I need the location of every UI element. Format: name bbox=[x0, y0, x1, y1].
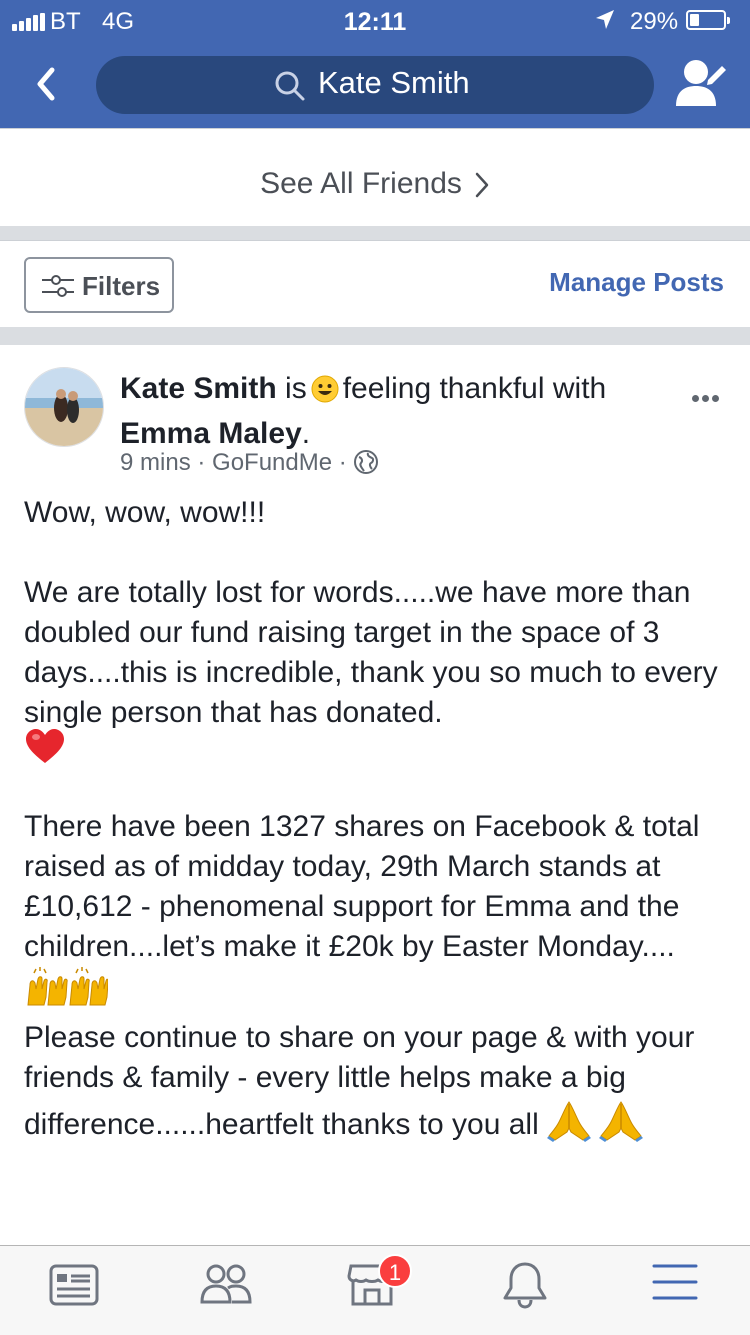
search-icon bbox=[275, 71, 305, 101]
notification-badge: 1 bbox=[378, 1254, 412, 1288]
smiling-emoji-icon bbox=[311, 374, 339, 414]
edit-profile-icon[interactable] bbox=[674, 58, 730, 110]
top-header: BT 4G 12:11 29% Kate Smith bbox=[0, 0, 750, 128]
location-arrow-icon bbox=[596, 10, 614, 29]
battery-icon bbox=[686, 10, 730, 30]
more-options-icon[interactable] bbox=[692, 389, 722, 407]
post-body: Wow, wow, wow!!! We are totally lost for… bbox=[24, 493, 734, 1153]
bell-icon bbox=[503, 1262, 547, 1309]
bottom-tab-bar: 1 bbox=[0, 1245, 750, 1335]
post-paragraph: Wow, wow, wow!!! bbox=[24, 496, 266, 529]
meta-separator: · bbox=[197, 449, 206, 476]
see-all-friends-label: See All Friends bbox=[260, 167, 462, 200]
status-bar: BT 4G 12:11 29% bbox=[0, 0, 750, 40]
menu-icon bbox=[652, 1264, 698, 1300]
post-paragraph-text: Please continue to share on your page & … bbox=[24, 1021, 695, 1141]
search-field[interactable]: Kate Smith bbox=[96, 56, 654, 114]
post-headline: Kate Smith is feeling thankful with Emma … bbox=[120, 369, 670, 454]
chevron-right-icon bbox=[475, 172, 489, 198]
post-paragraph: There have been 1327 shares on Facebook … bbox=[24, 807, 734, 1018]
globe-icon bbox=[354, 450, 379, 474]
see-all-friends-section: See All Friends bbox=[0, 128, 750, 227]
post-paragraph: Please continue to share on your page & … bbox=[24, 1018, 734, 1153]
battery-percent: 29% bbox=[630, 8, 679, 35]
post-card: Kate Smith is feeling thankful with Emma … bbox=[0, 345, 750, 1245]
avatar[interactable] bbox=[24, 367, 104, 447]
news-feed-icon bbox=[49, 1264, 99, 1306]
filters-label: Filters bbox=[82, 271, 161, 301]
praying-hands-emoji-icon bbox=[599, 1098, 644, 1153]
chevron-left-icon[interactable] bbox=[28, 60, 68, 108]
tagged-person[interactable]: Emma Maley bbox=[120, 417, 302, 450]
filters-icon bbox=[42, 275, 74, 297]
tab-friends[interactable] bbox=[198, 1260, 258, 1320]
filters-bar: Filters Manage Posts bbox=[0, 241, 750, 327]
see-all-friends-link[interactable]: See All Friends bbox=[0, 167, 750, 201]
meta-separator: · bbox=[338, 449, 347, 476]
section-divider bbox=[0, 327, 750, 345]
tab-marketplace[interactable]: 1 bbox=[346, 1254, 412, 1320]
post-meta: 9 mins · GoFundMe · bbox=[120, 449, 379, 477]
friends-icon bbox=[200, 1264, 252, 1304]
post-source[interactable]: GoFundMe bbox=[212, 449, 332, 476]
tab-news-feed[interactable] bbox=[48, 1260, 108, 1320]
feeling-text: feeling thankful with bbox=[342, 372, 607, 405]
praying-hands-emoji-icon bbox=[547, 1098, 592, 1153]
manage-posts-link[interactable]: Manage Posts bbox=[549, 267, 724, 298]
post-time[interactable]: 9 mins bbox=[120, 449, 191, 476]
post-verb: is bbox=[285, 372, 307, 405]
search-input[interactable]: Kate Smith bbox=[318, 65, 470, 101]
tab-notifications[interactable] bbox=[500, 1260, 560, 1320]
heart-emoji-icon bbox=[24, 727, 734, 779]
post-paragraph-text: There have been 1327 shares on Facebook … bbox=[24, 810, 700, 963]
author-name[interactable]: Kate Smith bbox=[120, 372, 277, 405]
tab-menu[interactable] bbox=[652, 1260, 712, 1320]
filters-button[interactable]: Filters bbox=[24, 257, 174, 313]
section-divider bbox=[0, 226, 750, 241]
raising-hands-emoji-icon bbox=[24, 967, 109, 1018]
headline-period: . bbox=[301, 417, 311, 450]
post-paragraph: We are totally lost for words.....we hav… bbox=[24, 576, 718, 729]
